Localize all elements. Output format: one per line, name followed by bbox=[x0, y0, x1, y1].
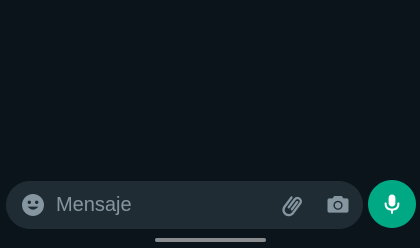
emoji-icon bbox=[22, 194, 44, 216]
camera-icon bbox=[327, 196, 349, 213]
attach-button[interactable] bbox=[279, 192, 305, 218]
paperclip-icon bbox=[282, 196, 302, 217]
message-input[interactable] bbox=[56, 191, 266, 219]
emoji-button[interactable] bbox=[21, 193, 45, 217]
chat-screen bbox=[0, 0, 420, 248]
message-list-area bbox=[0, 0, 420, 178]
voice-message-button[interactable] bbox=[368, 180, 416, 228]
message-composer bbox=[6, 181, 363, 229]
camera-button[interactable] bbox=[326, 192, 350, 216]
home-indicator bbox=[155, 238, 266, 242]
microphone-icon bbox=[384, 194, 400, 214]
